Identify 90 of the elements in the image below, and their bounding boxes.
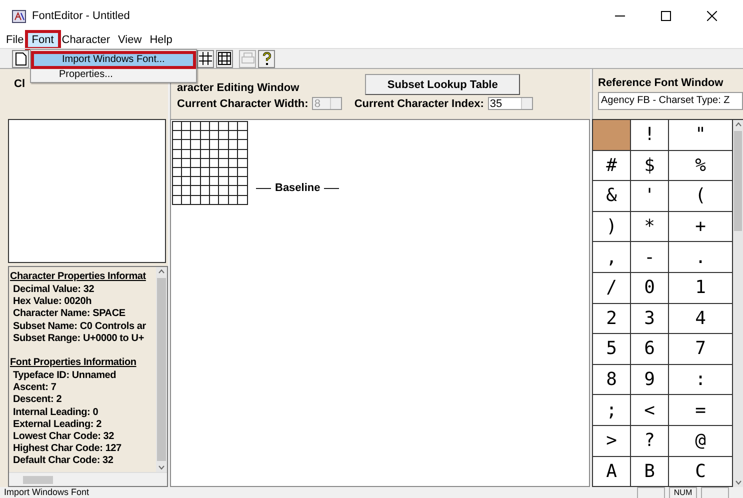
character-cell[interactable]: !: [631, 120, 669, 151]
character-cell[interactable]: 5: [593, 334, 631, 365]
section-heading: Font Properties Information: [10, 357, 138, 368]
menu-item[interactable]: File: [2, 33, 28, 47]
app-icon: [12, 10, 26, 22]
panel-title: Cl: [14, 78, 25, 90]
character-cell[interactable]: 1: [669, 272, 733, 304]
info-line: Typeface ID: Unnamed: [12, 370, 118, 382]
character-cell[interactable]: ,: [593, 242, 631, 273]
help-icon[interactable]: [258, 50, 275, 68]
character-cell[interactable]: ": [669, 120, 733, 151]
info-line: Decimal Value: 32: [12, 284, 96, 296]
panel-title: Reference Font Window: [598, 77, 724, 89]
character-cell[interactable]: :: [669, 364, 733, 396]
character-cell[interactable]: ': [631, 181, 669, 212]
character-cell[interactable]: >: [593, 426, 631, 457]
scrollbar-thumb[interactable]: [23, 476, 53, 484]
character-cell[interactable]: ): [593, 212, 631, 242]
info-line: Descent: 2: [12, 394, 63, 407]
field-label: Current Character Index:: [354, 98, 484, 110]
character-cell[interactable]: 0: [631, 272, 669, 304]
info-line: Default Char Code: 32: [12, 455, 114, 468]
menu-option[interactable]: Import Windows Font...: [34, 54, 193, 66]
character-cell[interactable]: C: [669, 456, 733, 488]
character-cell[interactable]: %: [669, 150, 733, 182]
character-cell[interactable]: .: [669, 242, 733, 273]
scroll-up-icon[interactable]: [734, 122, 742, 127]
status-panel: [637, 487, 665, 498]
character-cell[interactable]: &: [593, 181, 631, 212]
info-line: Highest Char Code: 127: [12, 443, 122, 456]
character-cell[interactable]: ?: [631, 426, 669, 457]
character-cell[interactable]: =: [669, 395, 733, 426]
menu-item[interactable]: Font: [28, 33, 58, 47]
character-cell[interactable]: @: [669, 426, 733, 457]
index-spinner[interactable]: 35: [488, 97, 533, 110]
vertical-scrollbar[interactable]: [156, 267, 167, 472]
menu-option[interactable]: Properties...: [31, 69, 196, 81]
info-line: Ascent: 7: [12, 382, 58, 394]
subset-lookup-button[interactable]: Subset Lookup Table: [365, 74, 520, 95]
character-cell[interactable]: B: [631, 456, 669, 488]
character-cell[interactable]: 3: [631, 304, 669, 334]
character-cell[interactable]: 9: [631, 364, 669, 396]
character-cell[interactable]: [593, 120, 631, 151]
menu-item[interactable]: Help: [146, 33, 176, 47]
grid-icon[interactable]: [197, 50, 214, 68]
baseline-label: Baseline: [275, 182, 320, 194]
info-line: Lowest Char Code: 32: [12, 431, 116, 444]
character-cell[interactable]: /: [593, 272, 631, 304]
scroll-up-icon[interactable]: [158, 269, 165, 274]
character-cell[interactable]: A: [593, 456, 631, 488]
character-cell[interactable]: #: [593, 150, 631, 182]
character-cell[interactable]: ;: [593, 395, 631, 426]
field-label: Current Character Width:: [177, 98, 308, 110]
status-message: Import Windows Font: [4, 487, 90, 498]
character-cell[interactable]: 7: [669, 334, 733, 365]
scrollbar-thumb[interactable]: [734, 131, 742, 231]
info-line: Subset Range: U+0000 to U+: [12, 332, 145, 346]
character-cell[interactable]: (: [669, 181, 733, 212]
vertical-scrollbar[interactable]: [733, 120, 743, 487]
scrollbar-thumb[interactable]: [157, 278, 166, 461]
character-cell[interactable]: *: [631, 212, 669, 242]
character-cell[interactable]: -: [631, 242, 669, 273]
status-panel: [701, 487, 729, 498]
panel-title: aracter Editing Window: [177, 82, 300, 94]
character-cell[interactable]: 6: [631, 334, 669, 365]
character-cell[interactable]: <: [631, 395, 669, 426]
character-cell[interactable]: $: [631, 150, 669, 182]
character-cell[interactable]: 2: [593, 304, 631, 334]
maximize-icon[interactable]: [661, 11, 671, 21]
section-heading: Character Properties Informat: [10, 271, 147, 282]
status-indicator: NUM: [669, 487, 697, 498]
character-cell[interactable]: 8: [593, 364, 631, 396]
scroll-down-icon[interactable]: [734, 480, 742, 485]
info-line: External Leading: 2: [12, 418, 102, 432]
scroll-down-icon[interactable]: [158, 465, 165, 470]
info-line: Hex Value: 0020h: [12, 296, 93, 308]
info-line: Subset Name: C0 Controls ar: [12, 320, 147, 333]
character-cell[interactable]: +: [669, 212, 733, 242]
character-cell[interactable]: 4: [669, 304, 733, 334]
pixel-grid[interactable]: [172, 121, 248, 205]
info-line: Internal Leading: 0: [12, 406, 100, 419]
horizontal-scrollbar[interactable]: [9, 472, 167, 486]
menu-item[interactable]: View: [114, 33, 146, 47]
font-select-field[interactable]: Agency FB - Charset Type: Z: [598, 92, 743, 110]
menu-item[interactable]: Character: [58, 33, 114, 47]
info-line: Character Name: SPACE: [12, 308, 126, 321]
window-title: FontEditor - Untitled: [32, 10, 130, 22]
new-document-icon[interactable]: [12, 50, 29, 68]
grid-icon[interactable]: [216, 50, 233, 68]
close-icon[interactable]: [707, 11, 717, 21]
